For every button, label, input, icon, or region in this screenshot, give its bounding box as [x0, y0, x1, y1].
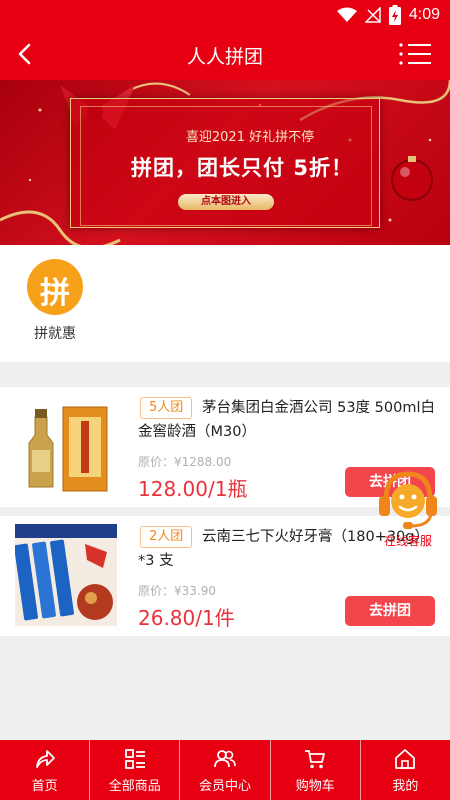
menu-icon[interactable]	[398, 42, 432, 66]
tab-label: 首页	[31, 779, 58, 794]
tab-all-products[interactable]: 全部商品	[89, 740, 179, 800]
bottom-tabbar: 首页 全部商品 会员中心 购物车 我的	[0, 740, 450, 800]
online-service-label[interactable]: 在线客服	[373, 532, 443, 549]
banner-enter-button[interactable]: 点本图进入	[178, 194, 274, 210]
banner-headline: 拼团，团长只付 5折！	[131, 156, 353, 180]
tab-label: 会员中心	[199, 779, 252, 794]
group-price: 26.80/1件	[138, 606, 235, 630]
pin-deal-label[interactable]: 拼就惠	[20, 323, 90, 343]
join-group-button[interactable]: 去拼团	[345, 596, 435, 626]
tab-label: 全部商品	[108, 779, 161, 794]
original-price: 原价：¥33.90	[138, 584, 216, 598]
group-size-badge: 2人团	[140, 526, 193, 548]
tab-label: 购物车	[295, 779, 335, 794]
users-icon	[214, 750, 236, 768]
quick-entry-section: 拼 拼就惠	[0, 245, 450, 362]
home-icon	[395, 749, 416, 769]
wifi-icon	[336, 7, 357, 22]
original-price: 原价：¥1288.00	[138, 455, 232, 469]
promo-banner[interactable]: 喜迎2021 好礼拼不停 拼团，团长只付 5折！ 点本图进入	[0, 80, 450, 245]
online-service-widget[interactable]: 在线客服	[373, 470, 443, 550]
page-title: 人人拼团	[186, 46, 263, 68]
group-size-badge: 5人团	[140, 397, 193, 419]
tab-member-center[interactable]: 会员中心	[179, 740, 269, 800]
share-arrow-icon	[35, 750, 55, 768]
group-price: 128.00/1瓶	[138, 477, 248, 501]
no-signal-icon	[364, 7, 381, 23]
pin-deal-glyph: 拼	[40, 276, 70, 311]
tab-home[interactable]: 首页	[0, 740, 89, 800]
toothpaste-product-image	[15, 524, 117, 626]
tab-cart[interactable]: 购物车	[269, 740, 360, 800]
battery-charging-icon	[388, 5, 401, 25]
customer-service-icon	[379, 471, 437, 529]
banner-welcome: 喜迎2021 好礼拼不停	[185, 130, 315, 145]
grid-list-icon	[124, 749, 145, 769]
tab-label: 我的	[392, 779, 419, 794]
nav-bar: 人人拼团	[0, 30, 450, 80]
liquor-product-image	[15, 395, 117, 497]
tab-mine[interactable]: 我的	[359, 740, 450, 800]
pin-deal-icon[interactable]: 拼	[27, 259, 83, 315]
status-bar: 4:09	[0, 0, 450, 30]
status-time: 4:09	[408, 6, 440, 23]
cart-icon	[305, 750, 326, 769]
